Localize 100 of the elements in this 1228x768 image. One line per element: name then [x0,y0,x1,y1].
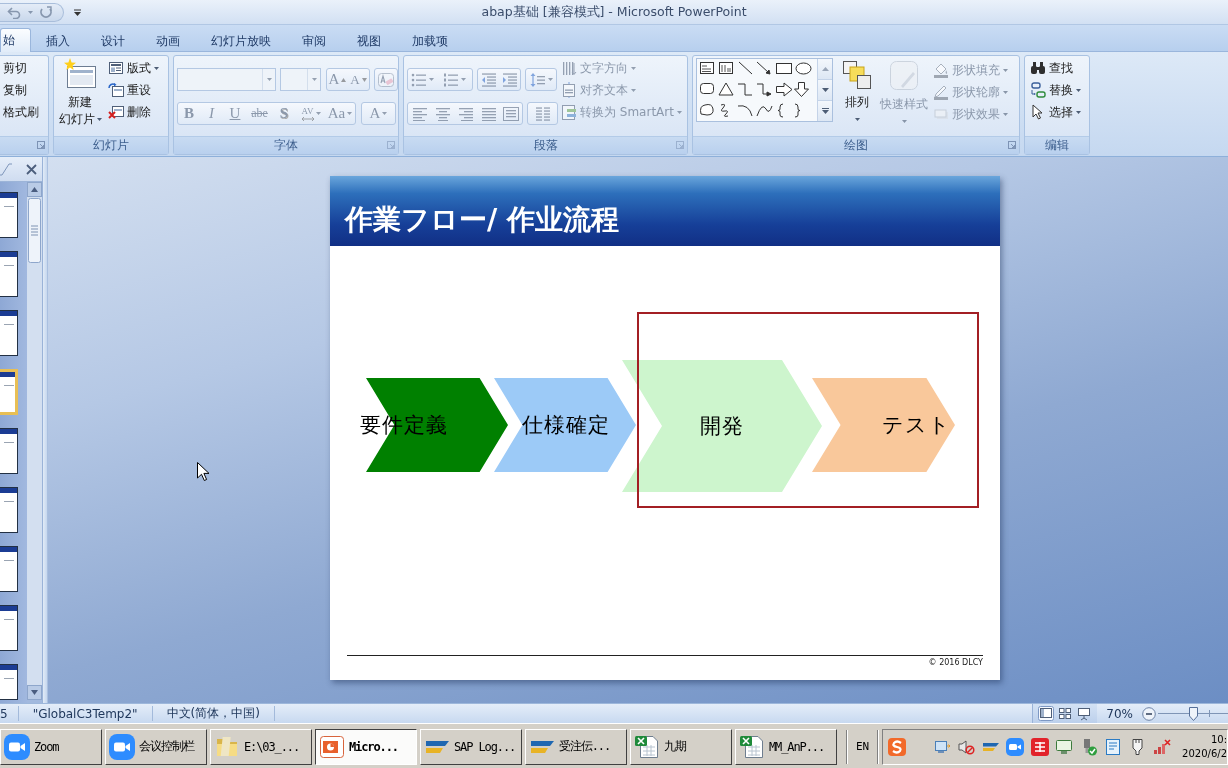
taskbar-button[interactable]: Zoom [0,728,102,765]
slide-sorter-icon[interactable] [1057,706,1074,721]
ribbon-button[interactable]: 重设 [106,79,161,101]
slide-thumbnail[interactable] [0,487,18,533]
caret-icon [901,120,907,123]
spreadsheet-icon [634,733,660,760]
caret-icon [1003,68,1008,72]
mouse-pointer-icon [197,462,209,481]
caret-icon [266,78,272,81]
redo-icon[interactable] [39,5,54,19]
ribbon-button[interactable]: 剪切 [1,57,41,79]
group-label: 编辑 [1045,137,1069,154]
caret-icon [382,112,388,115]
ribbon-tab[interactable]: 设计 [85,30,141,52]
caret-icon [154,66,159,70]
caret-icon [96,118,102,121]
tab-outline-icon[interactable] [0,162,12,176]
normal-view-icon[interactable] [1038,706,1055,721]
mail-icon[interactable] [1030,737,1049,756]
video-camera-icon[interactable] [1006,737,1025,756]
slide-thumbnail[interactable] [0,546,18,592]
replace-icon [1030,82,1046,98]
caret-down-icon [821,88,829,92]
slide-thumbnail[interactable] [0,310,18,356]
ribbon-tab[interactable]: 幻灯片放映 [195,30,287,52]
taskbar-button[interactable]: E:\03_... [210,728,312,765]
more-icon [821,108,829,114]
input-method-icon[interactable] [888,737,907,756]
book-icon[interactable] [1104,737,1123,756]
taskbar-button[interactable]: Micro... [315,728,417,765]
paint-bucket-icon [933,62,949,78]
ribbon-tab[interactable]: 插入 [30,30,86,52]
ribbon-button[interactable]: 格式刷 [1,101,41,123]
undo-icon[interactable] [7,5,22,19]
group-label: 字体 [274,137,298,154]
zoom-out-icon[interactable] [1142,706,1156,721]
customize-icon[interactable] [74,8,81,16]
slide-thumbnail[interactable] [0,664,18,700]
caret-icon [28,10,33,14]
taskbar-button[interactable]: 会议控制栏 [105,728,207,765]
video-camera-icon [109,733,135,760]
caret-icon [311,78,317,81]
arrange-icon [842,60,872,90]
layout-icon [108,61,124,75]
gallery-more-button[interactable] [818,101,832,121]
status-field: 中文(简体，中国) [152,706,275,721]
ribbon-button[interactable]: 版式 [106,57,161,79]
triangle-up-icon [341,77,347,82]
ribbon-button[interactable]: 新建 幻灯片 [54,56,106,136]
close-icon[interactable] [26,163,37,175]
ribbon-tab[interactable]: 加载项 [396,30,464,52]
ribbon-tab[interactable]: 视图 [341,30,397,52]
align-left-icon [411,106,428,121]
caret-icon [854,118,860,121]
taskbar-button[interactable]: 受注伝... [525,728,627,765]
speaker-muted-icon[interactable] [957,737,976,756]
slide-thumbnail[interactable] [0,192,18,238]
caret-icon [460,78,466,81]
taskbar-button[interactable]: MM_AnP... [735,728,837,765]
slide-thumbnail[interactable] [0,428,18,474]
slide-title: 作業フロー/ 作业流程 [330,176,1000,246]
caret-icon [1076,110,1081,114]
dialog-launcher-icon[interactable] [37,141,45,149]
slide-thumbnail[interactable] [0,605,18,651]
signal-muted-icon[interactable] [1153,737,1172,756]
zoom-slider-thumb[interactable] [1188,706,1198,721]
scroll-down-button[interactable] [818,80,832,101]
slide-thumbnail[interactable] [0,251,18,297]
ribbon-button[interactable]: 删除 [106,101,161,123]
dialog-launcher-icon[interactable] [1008,141,1016,149]
increase-indent-icon [501,72,518,87]
distribute-icon [503,106,519,121]
decrease-indent-icon [480,72,497,87]
zoom-slider[interactable] [1158,706,1228,721]
slideshow-icon[interactable] [1076,706,1093,721]
ribbon-button[interactable]: 替换 [1028,79,1083,101]
caret-icon [676,110,682,114]
step-label: 仕様確定 [522,412,610,439]
taskbar-button[interactable]: SAP Log... [420,728,522,765]
caret-icon [428,78,434,81]
ribbon-tab[interactable]: 动画 [140,30,196,52]
new-slide-icon [63,58,97,90]
caret-up-icon [821,67,829,71]
monitor-icon[interactable] [1055,737,1074,756]
caret-icon [1003,112,1008,116]
ribbon-button[interactable]: 选择 [1028,101,1083,123]
caret-icon [1076,88,1081,92]
ribbon-tab[interactable]: 始 [0,28,31,52]
vertical-scrollbar[interactable] [27,182,42,700]
status-field: "GlobalC3Temp2" [18,706,153,721]
double-arrow-icon [301,116,314,121]
presentation-icon [319,733,345,760]
language-indicator[interactable]: EN [851,740,875,753]
clock-date: 2020/6/2 [1182,746,1227,761]
taskbar-button[interactable]: 九期 [630,728,732,765]
ribbon-tab[interactable]: 审阅 [286,30,342,52]
ribbon-button[interactable]: 查找 [1028,57,1083,79]
ribbon-button[interactable]: 复制 [1,79,41,101]
zoom-percentage[interactable]: 70% [1097,706,1142,721]
step-label: 開発 [700,413,744,440]
